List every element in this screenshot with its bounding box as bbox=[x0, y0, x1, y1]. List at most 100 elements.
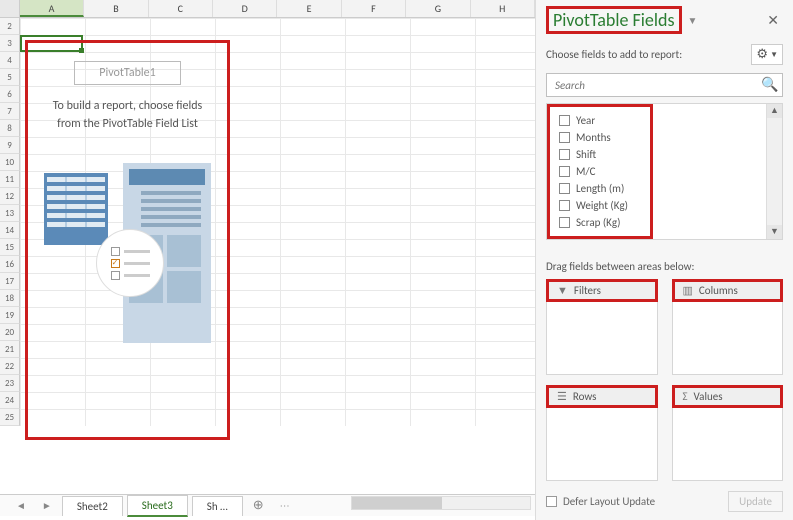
new-sheet-button[interactable]: ⊕ bbox=[247, 498, 270, 513]
pivottable-name: PivotTable1 bbox=[74, 61, 180, 85]
row-header[interactable]: 23 bbox=[0, 375, 20, 392]
field-label: Months bbox=[576, 131, 611, 144]
field-checkbox[interactable] bbox=[559, 217, 570, 228]
field-label: Year bbox=[576, 114, 595, 127]
column-header-f[interactable]: F bbox=[342, 0, 406, 17]
filters-label: Filters bbox=[574, 284, 601, 297]
row-header[interactable]: 5 bbox=[0, 69, 20, 86]
field-label: Scrap (Kg) bbox=[576, 216, 620, 229]
field-checkbox[interactable] bbox=[559, 166, 570, 177]
values-dropzone[interactable] bbox=[672, 408, 784, 481]
row-header[interactable]: 25 bbox=[0, 409, 20, 426]
row-header[interactable]: 24 bbox=[0, 392, 20, 409]
column-header-g[interactable]: G bbox=[406, 0, 470, 17]
row-header[interactable]: 3 bbox=[0, 35, 20, 52]
columns-icon: ▥ bbox=[683, 284, 693, 297]
row-header[interactable]: 6 bbox=[0, 86, 20, 103]
column-header-h[interactable]: H bbox=[471, 0, 535, 17]
row-headers: 2345678910111213141516171819202122232425 bbox=[0, 18, 20, 426]
rows-icon: ☰ bbox=[557, 390, 567, 403]
defer-layout-label: Defer Layout Update bbox=[563, 495, 655, 508]
row-header[interactable]: 19 bbox=[0, 307, 20, 324]
sheet-tab[interactable]: Sh … bbox=[192, 496, 243, 516]
scroll-up-icon[interactable]: ▲ bbox=[767, 104, 782, 118]
defer-layout-checkbox[interactable] bbox=[546, 496, 557, 507]
row-header[interactable]: 17 bbox=[0, 273, 20, 290]
pivottable-placeholder[interactable]: PivotTable1 To build a report, choose fi… bbox=[25, 40, 230, 440]
field-item[interactable]: M/C bbox=[553, 163, 647, 180]
row-header[interactable]: 9 bbox=[0, 137, 20, 154]
pane-layout-button[interactable]: ⚙ ▼ bbox=[751, 44, 783, 65]
sigma-icon: Σ bbox=[683, 390, 688, 403]
field-checkbox[interactable] bbox=[559, 115, 570, 126]
column-header-b[interactable]: B bbox=[84, 0, 148, 17]
row-header[interactable]: 10 bbox=[0, 154, 20, 171]
select-all-corner[interactable] bbox=[0, 0, 20, 17]
field-item[interactable]: Scrap (Kg) bbox=[553, 214, 647, 231]
rows-dropzone[interactable] bbox=[546, 408, 658, 481]
search-input[interactable] bbox=[547, 74, 758, 96]
row-header[interactable]: 13 bbox=[0, 205, 20, 222]
row-header[interactable]: 15 bbox=[0, 239, 20, 256]
horizontal-scrollbar[interactable] bbox=[351, 496, 531, 510]
columns-dropzone[interactable] bbox=[672, 302, 784, 375]
field-checkbox[interactable] bbox=[559, 132, 570, 143]
field-label: Shift bbox=[576, 148, 596, 161]
filter-icon: ▼ bbox=[557, 284, 568, 297]
row-header[interactable]: 22 bbox=[0, 358, 20, 375]
pane-title: PivotTable Fields bbox=[546, 6, 682, 34]
values-area[interactable]: Σ Values bbox=[672, 385, 784, 481]
sheet-tabs-bar: ◄ ► Sheet2 Sheet3 Sh … ⊕ ⋯ bbox=[0, 494, 535, 516]
field-label: Length (m) bbox=[576, 182, 624, 195]
grid-body: 2345678910111213141516171819202122232425… bbox=[0, 18, 535, 426]
field-checkbox[interactable] bbox=[559, 200, 570, 211]
row-header[interactable]: 21 bbox=[0, 341, 20, 358]
field-item[interactable]: Length (m) bbox=[553, 180, 647, 197]
row-header[interactable]: 4 bbox=[0, 52, 20, 69]
fields-search-box[interactable]: 🔍 bbox=[546, 73, 783, 97]
tab-overflow-icon[interactable]: ⋯ bbox=[274, 499, 296, 512]
columns-area[interactable]: ▥ Columns bbox=[672, 279, 784, 375]
tab-nav-next-icon[interactable]: ► bbox=[36, 499, 58, 512]
column-header-d[interactable]: D bbox=[213, 0, 277, 17]
column-header-a[interactable]: A bbox=[20, 0, 84, 17]
field-checkbox[interactable] bbox=[559, 149, 570, 160]
values-label: Values bbox=[694, 390, 723, 403]
field-item[interactable]: Months bbox=[553, 129, 647, 146]
scroll-down-icon[interactable]: ▼ bbox=[767, 225, 782, 239]
row-header[interactable]: 14 bbox=[0, 222, 20, 239]
update-button[interactable]: Update bbox=[728, 491, 783, 512]
row-header[interactable]: 2 bbox=[0, 18, 20, 35]
fields-list: Year Months Shift M/C Length (m) Weight (Kg) S… bbox=[553, 110, 647, 233]
row-header[interactable]: 20 bbox=[0, 324, 20, 341]
filters-dropzone[interactable] bbox=[546, 302, 658, 375]
close-icon[interactable]: ✕ bbox=[763, 12, 783, 29]
columns-label: Columns bbox=[699, 284, 738, 297]
rows-area[interactable]: ☰ Rows bbox=[546, 385, 658, 481]
row-header[interactable]: 7 bbox=[0, 103, 20, 120]
row-header[interactable]: 11 bbox=[0, 171, 20, 188]
field-label: M/C bbox=[576, 165, 596, 178]
sheet-tab[interactable]: Sheet2 bbox=[62, 496, 123, 516]
tab-nav-prev-icon[interactable]: ◄ bbox=[10, 499, 32, 512]
field-item[interactable]: Shift bbox=[553, 146, 647, 163]
pane-subtitle: Choose fields to add to report: bbox=[546, 48, 682, 61]
field-checkbox[interactable] bbox=[559, 183, 570, 194]
column-headers: A B C D E F G H bbox=[0, 0, 535, 18]
row-header[interactable]: 16 bbox=[0, 256, 20, 273]
row-header[interactable]: 18 bbox=[0, 290, 20, 307]
pane-options-dropdown-icon[interactable]: ▼ bbox=[688, 14, 698, 27]
column-header-e[interactable]: E bbox=[277, 0, 341, 17]
pivottable-hint-text: To build a report, choose fields from th… bbox=[38, 97, 217, 133]
filters-area[interactable]: ▼ Filters bbox=[546, 279, 658, 375]
search-icon[interactable]: 🔍 bbox=[758, 74, 782, 96]
cells-canvas[interactable]: PivotTable1 To build a report, choose fi… bbox=[20, 18, 535, 426]
field-item[interactable]: Year bbox=[553, 112, 647, 129]
fields-scrollbar[interactable]: ▲ ▼ bbox=[766, 104, 782, 239]
sheet-tab[interactable]: Sheet3 bbox=[127, 495, 188, 517]
row-header[interactable]: 8 bbox=[0, 120, 20, 137]
field-item[interactable]: Weight (Kg) bbox=[553, 197, 647, 214]
row-header[interactable]: 12 bbox=[0, 188, 20, 205]
chevron-down-icon: ▼ bbox=[770, 50, 778, 60]
column-header-c[interactable]: C bbox=[149, 0, 213, 17]
